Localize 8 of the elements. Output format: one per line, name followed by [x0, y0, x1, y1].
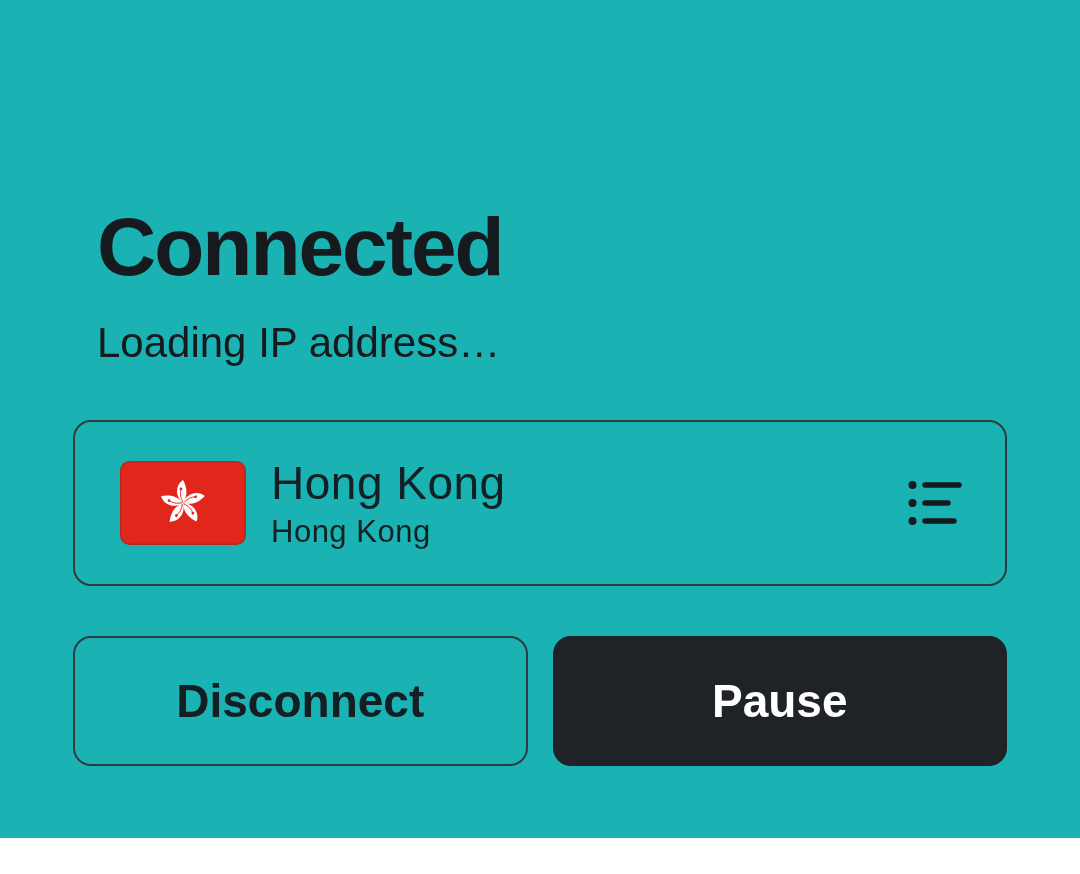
server-location-selector[interactable]: Hong Kong Hong Kong	[73, 420, 1007, 586]
list-icon[interactable]	[908, 480, 962, 526]
pause-button[interactable]: Pause	[552, 636, 1007, 766]
ip-address-status: Loading IP address…	[97, 322, 501, 364]
disconnect-button[interactable]: Disconnect	[73, 636, 528, 766]
location-region: Hong Kong	[271, 515, 431, 547]
flag-icon	[120, 461, 246, 545]
connection-status-title: Connected	[97, 206, 503, 288]
